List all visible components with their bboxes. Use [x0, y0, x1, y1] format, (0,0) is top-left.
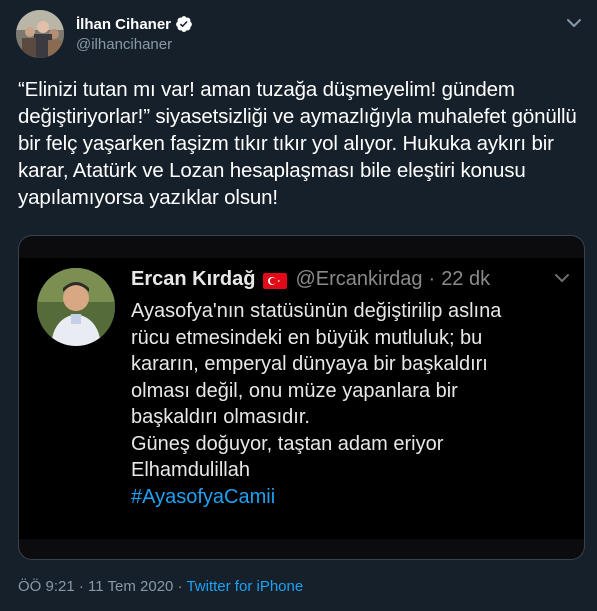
author-handle[interactable]: @ilhancihaner: [76, 36, 193, 53]
chevron-down-icon[interactable]: [565, 14, 583, 32]
quoted-header: Ercan Kırdağ @Ercankirdag · 22 dk: [131, 268, 490, 291]
meta-separator: ·: [177, 578, 183, 595]
author-name[interactable]: İlhan Cihaner: [76, 16, 171, 33]
quoted-author-avatar: [37, 268, 115, 346]
quoted-line: Ayasofya'nın statüsünün değiştirilip asl…: [131, 300, 502, 322]
quoted-line: Elhamdulillah: [131, 459, 250, 481]
quoted-author-name: Ercan Kırdağ: [131, 268, 256, 290]
tweet-card: İlhan Cihaner @ilhancihaner “Elinizi tut…: [0, 0, 597, 611]
meta-separator: ·: [78, 578, 84, 595]
verified-badge-icon: [175, 15, 193, 33]
quoted-text: Ayasofya'nın statüsünün değiştirilip asl…: [131, 298, 571, 510]
quoted-line: Güneş doğuyor, taştan adam eriyor: [131, 432, 444, 455]
quoted-line: başkaldırı olmasıdır.: [131, 406, 310, 428]
turkey-flag-icon: [263, 272, 288, 289]
quoted-separator: ·: [428, 268, 436, 290]
quoted-time: 22 dk: [441, 268, 491, 290]
quoted-line: kararın, emperyal dünyaya bir başkaldırı: [131, 353, 488, 375]
author-avatar[interactable]: [16, 10, 64, 58]
tweet-time[interactable]: ÖÖ 9:21: [18, 578, 75, 595]
quoted-line: rücu etmesindeki en büyük mutluluk; bu: [131, 326, 483, 349]
tweet-meta: ÖÖ 9:21 · 11 Tem 2020 · Twitter for iPho…: [18, 578, 303, 595]
embedded-image[interactable]: Ercan Kırdağ @Ercankirdag · 22 dk Ayasof…: [18, 235, 585, 560]
author-info: İlhan Cihaner @ilhancihaner: [76, 14, 193, 53]
quoted-chevron-down-icon: [552, 268, 572, 288]
tweet-text: “Elinizi tutan mı var! aman tuzağa düşme…: [18, 78, 577, 209]
tweet-source-link[interactable]: Twitter for iPhone: [186, 578, 303, 595]
tweet-date[interactable]: 11 Tem 2020: [88, 578, 173, 595]
quoted-line: olması değil, onu müze yapanlara bir: [131, 379, 458, 402]
quoted-author-handle: @Ercankirdag: [295, 268, 423, 290]
quoted-tweet-screenshot: Ercan Kırdağ @Ercankirdag · 22 dk Ayasof…: [19, 258, 584, 539]
quoted-hashtag: #AyasofyaCamii: [131, 485, 276, 508]
